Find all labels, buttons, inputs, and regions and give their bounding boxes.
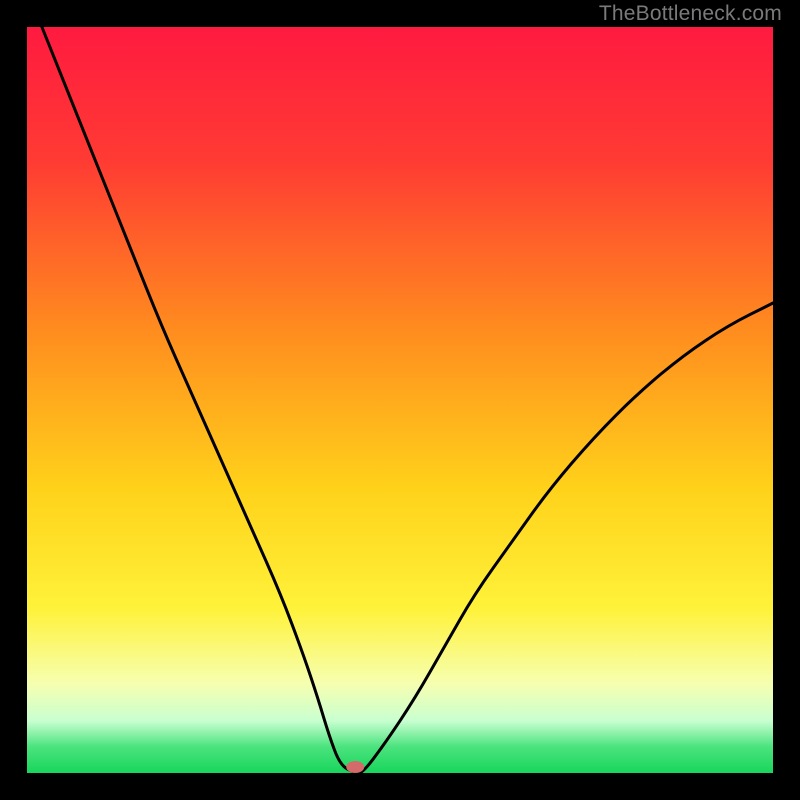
chart-frame: TheBottleneck.com: [0, 0, 800, 800]
plot-background: [27, 27, 773, 773]
watermark-text: TheBottleneck.com: [599, 2, 782, 26]
optimal-point-marker: [346, 761, 364, 773]
bottleneck-chart: [0, 0, 800, 800]
